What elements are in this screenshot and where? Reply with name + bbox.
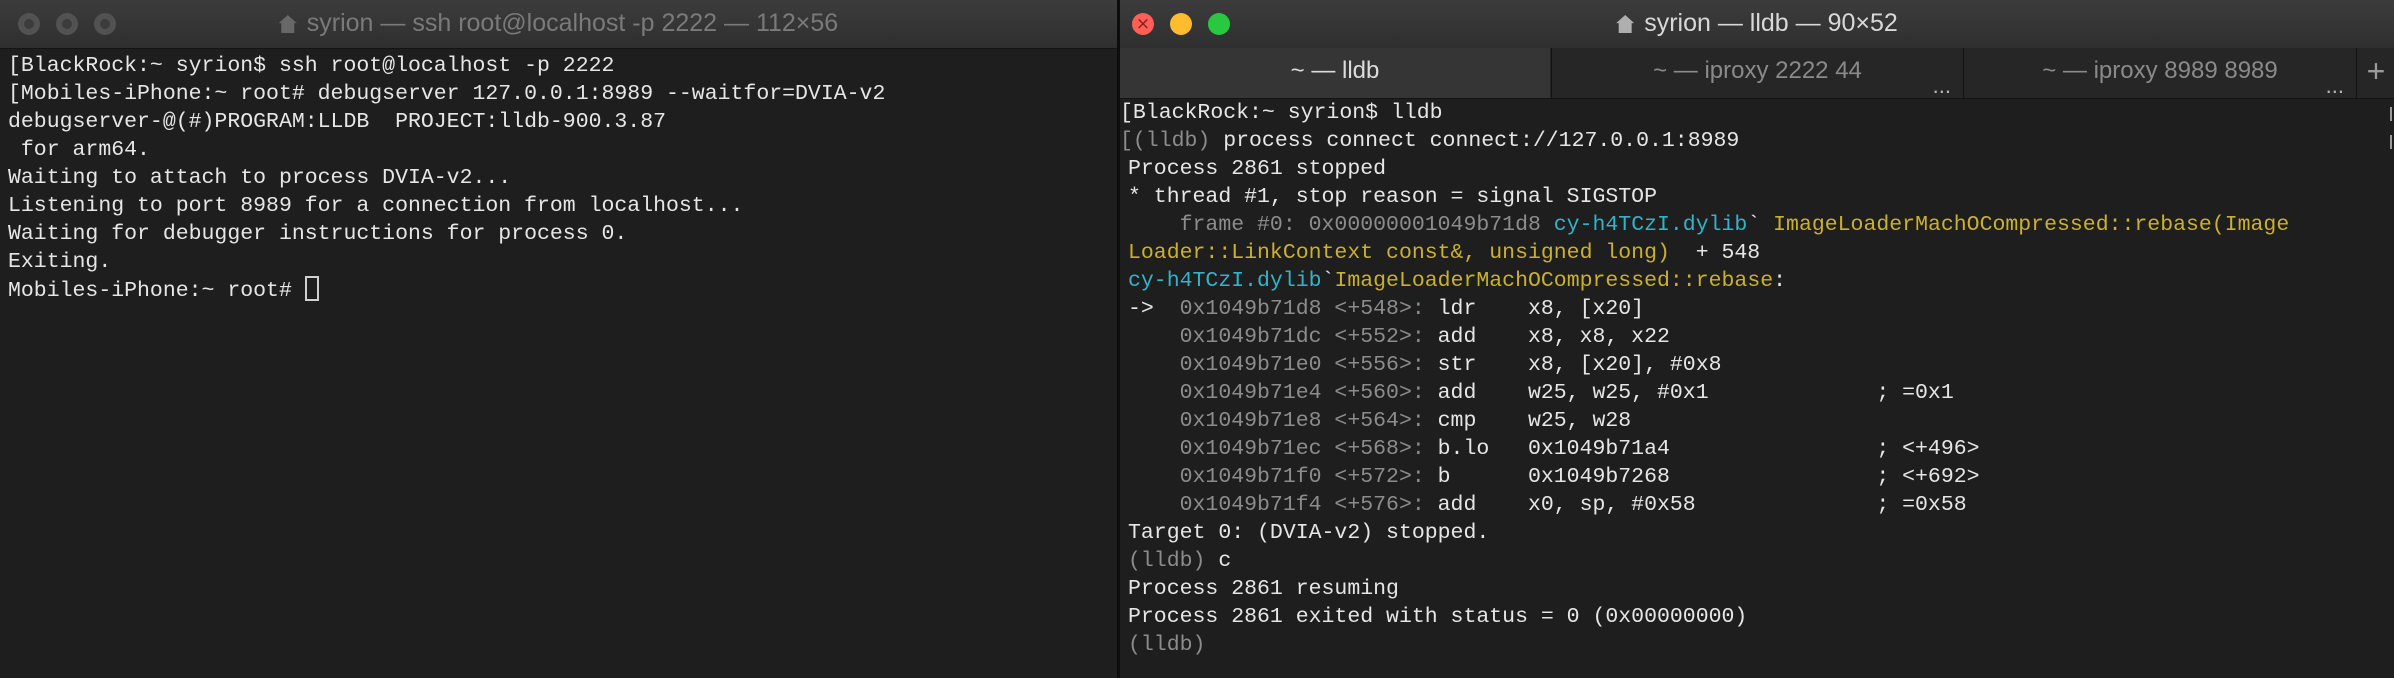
terminal-prompt-line: Mobiles-iPhone:~ root#: [8, 276, 319, 305]
terminal-line: [BlackRock:~ syrion$ ssh root@localhost …: [8, 54, 615, 78]
tab-lldb[interactable]: ~ — lldb: [1120, 48, 1550, 98]
disasm-line: 0x1049b71ec <+568>: b.lo 0x1049b71a4 ; <…: [1128, 435, 1980, 463]
separator: :: [1773, 269, 1787, 293]
frame-line: frame #0: 0x00000001049b71d8 cy-h4TCzI.d…: [1128, 211, 2290, 239]
disasm-instruction: add w25, w25, #0x1 ; =0x1: [1424, 381, 1954, 405]
module-name: cy-h4TCzI.dylib: [1553, 213, 1748, 237]
pc-arrow: [1128, 437, 1180, 461]
terminal-line: (lldb) c: [1128, 547, 1231, 575]
terminal-content[interactable]: [BlackRock:~ syrion$ ssh root@localhost …: [0, 48, 1117, 678]
disasm-line: 0x1049b71e0 <+556>: str x8, [x20], #0x8: [1128, 351, 1722, 379]
terminal-line: Process 2861 resuming: [1128, 577, 1399, 601]
titlebar[interactable]: syrion — ssh root@localhost -p 2222 — 11…: [0, 0, 1117, 49]
tab-iproxy-2222[interactable]: ~ — iproxy 2222 44...: [1551, 48, 1963, 98]
titlebar[interactable]: × syrion — lldb — 90×52: [1120, 0, 2394, 49]
terminal-line: debugserver-@(#)PROGRAM:LLDB PROJECT:lld…: [8, 110, 667, 134]
tab-bar: ~ — lldb ~ — iproxy 2222 44... ~ — iprox…: [1120, 48, 2394, 99]
disasm-line: -> 0x1049b71d8 <+548>: ldr x8, [x20]: [1128, 295, 1644, 323]
disasm-instruction: add x0, sp, #0x58 ; =0x58: [1424, 493, 1967, 517]
prompt-text: Mobiles-iPhone:~ root#: [8, 279, 305, 303]
disasm-address: 0x1049b71f4 <+576>:: [1179, 493, 1425, 517]
disasm-instruction: b 0x1049b7268 ; <+692>: [1424, 465, 1980, 489]
terminal-line: * thread #1, stop reason = signal SIGSTO…: [1128, 185, 1657, 209]
terminal-line: Target 0: (DVIA-v2) stopped.: [1128, 521, 1490, 545]
disasm-address: 0x1049b71e8 <+564>:: [1179, 409, 1425, 433]
window-title: syrion — lldb — 90×52: [1120, 9, 2394, 38]
lldb-prompt: (lldb): [1128, 549, 1219, 573]
function-name: Loader::LinkContext const&, unsigned lon…: [1128, 241, 1670, 265]
disasm-line: 0x1049b71e8 <+564>: cmp w25, w28: [1128, 407, 1632, 435]
window-title-text: syrion — lldb — 90×52: [1644, 9, 1898, 37]
symbol-header: cy-h4TCzI.dylib`ImageLoaderMachOCompress…: [1128, 267, 1786, 295]
terminal-line: Exiting.: [8, 250, 112, 274]
line-wrap-marker: [2386, 107, 2392, 121]
window-title-text: syrion — ssh root@localhost -p 2222 — 11…: [306, 9, 839, 37]
pc-arrow: [1128, 325, 1180, 349]
pc-arrow: [1128, 465, 1180, 489]
disasm-address: 0x1049b71e0 <+556>:: [1179, 353, 1425, 377]
separator: `: [1747, 213, 1774, 237]
terminal-line: Listening to port 8989 for a connection …: [8, 194, 744, 218]
tab-label: ~ — iproxy 2222 44: [1653, 57, 1862, 84]
frame-address: frame #0: 0x00000001049b71d8: [1128, 213, 1554, 237]
terminal-line: [(lldb) process connect connect://127.0.…: [1120, 127, 1739, 155]
disasm-address: 0x1049b71e4 <+560>:: [1179, 381, 1425, 405]
offset: + 548: [1669, 241, 1761, 265]
disasm-instruction: str x8, [x20], #0x8: [1424, 353, 1722, 377]
module-name: cy-h4TCzI.dylib: [1128, 269, 1322, 293]
disasm-instruction: b.lo 0x1049b71a4 ; <+496>: [1424, 437, 1980, 461]
terminal-line: Waiting to attach to process DVIA-v2...: [8, 166, 512, 190]
terminal-line: Waiting for debugger instructions for pr…: [8, 222, 628, 246]
disasm-line: 0x1049b71f4 <+576>: add x0, sp, #0x58 ; …: [1128, 491, 1967, 519]
disasm-address: 0x1049b71f0 <+572>:: [1179, 465, 1425, 489]
disasm-address: 0x1049b71d8 <+548>:: [1179, 297, 1425, 321]
tab-iproxy-8989[interactable]: ~ — iproxy 8989 8989...: [1963, 48, 2356, 98]
tab-overflow-ellipsis: ...: [2325, 73, 2344, 98]
lldb-command: process connect connect://127.0.0.1:8989: [1223, 129, 1740, 153]
disasm-line: 0x1049b71dc <+552>: add x8, x8, x22: [1128, 323, 1670, 351]
disasm-line: 0x1049b71e4 <+560>: add w25, w25, #0x1 ;…: [1128, 379, 1954, 407]
tab-overflow-ellipsis: ...: [1932, 73, 1951, 98]
terminal-line: Process 2861 exited with status = 0 (0x0…: [1128, 605, 1748, 629]
terminal-line: [BlackRock:~ syrion$ lldb: [1120, 101, 1443, 125]
window-title: syrion — ssh root@localhost -p 2222 — 11…: [0, 9, 1117, 38]
home-icon: [1616, 15, 1635, 33]
disasm-line: 0x1049b71f0 <+572>: b 0x1049b7268 ; <+69…: [1128, 463, 1980, 491]
terminal-content[interactable]: [BlackRock:~ syrion$ lldb [(lldb) proces…: [1120, 99, 2394, 678]
new-tab-button[interactable]: +: [2356, 48, 2394, 98]
pc-arrow: [1128, 409, 1180, 433]
separator: `: [1321, 269, 1335, 293]
pc-arrow: [1128, 353, 1180, 377]
lldb-prompt: [(lldb): [1120, 129, 1224, 153]
terminal-line: Process 2861 stopped: [1128, 157, 1387, 181]
lldb-command: c: [1218, 549, 1232, 573]
terminal-line: [Mobiles-iPhone:~ root# debugserver 127.…: [8, 82, 886, 106]
disasm-address: 0x1049b71dc <+552>:: [1179, 325, 1425, 349]
terminal-window-ssh[interactable]: syrion — ssh root@localhost -p 2222 — 11…: [0, 0, 1117, 678]
disasm-instruction: ldr x8, [x20]: [1424, 297, 1645, 321]
pc-arrow: ->: [1128, 297, 1180, 321]
function-name: ImageLoaderMachOCompressed::rebase(Image: [1773, 213, 2290, 237]
cursor-block: [304, 276, 319, 301]
pc-arrow: [1128, 381, 1180, 405]
frame-line-cont: Loader::LinkContext const&, unsigned lon…: [1128, 239, 1760, 267]
tab-label: ~ — iproxy 8989 8989: [2042, 57, 2278, 84]
function-name: ImageLoaderMachOCompressed::rebase: [1334, 269, 1774, 293]
home-icon: [278, 15, 297, 33]
disasm-address: 0x1049b71ec <+568>:: [1179, 437, 1425, 461]
disasm-instruction: cmp w25, w28: [1424, 409, 1632, 433]
disasm-instruction: add x8, x8, x22: [1424, 325, 1670, 349]
terminal-window-lldb[interactable]: × syrion — lldb — 90×52 ~ — lldb ~ — ipr…: [1120, 0, 2394, 678]
line-wrap-marker: [2386, 135, 2392, 149]
lldb-prompt: (lldb): [1128, 633, 1206, 657]
tab-label: ~ — lldb: [1290, 57, 1380, 84]
pc-arrow: [1128, 493, 1180, 517]
terminal-line: for arm64.: [8, 138, 150, 162]
